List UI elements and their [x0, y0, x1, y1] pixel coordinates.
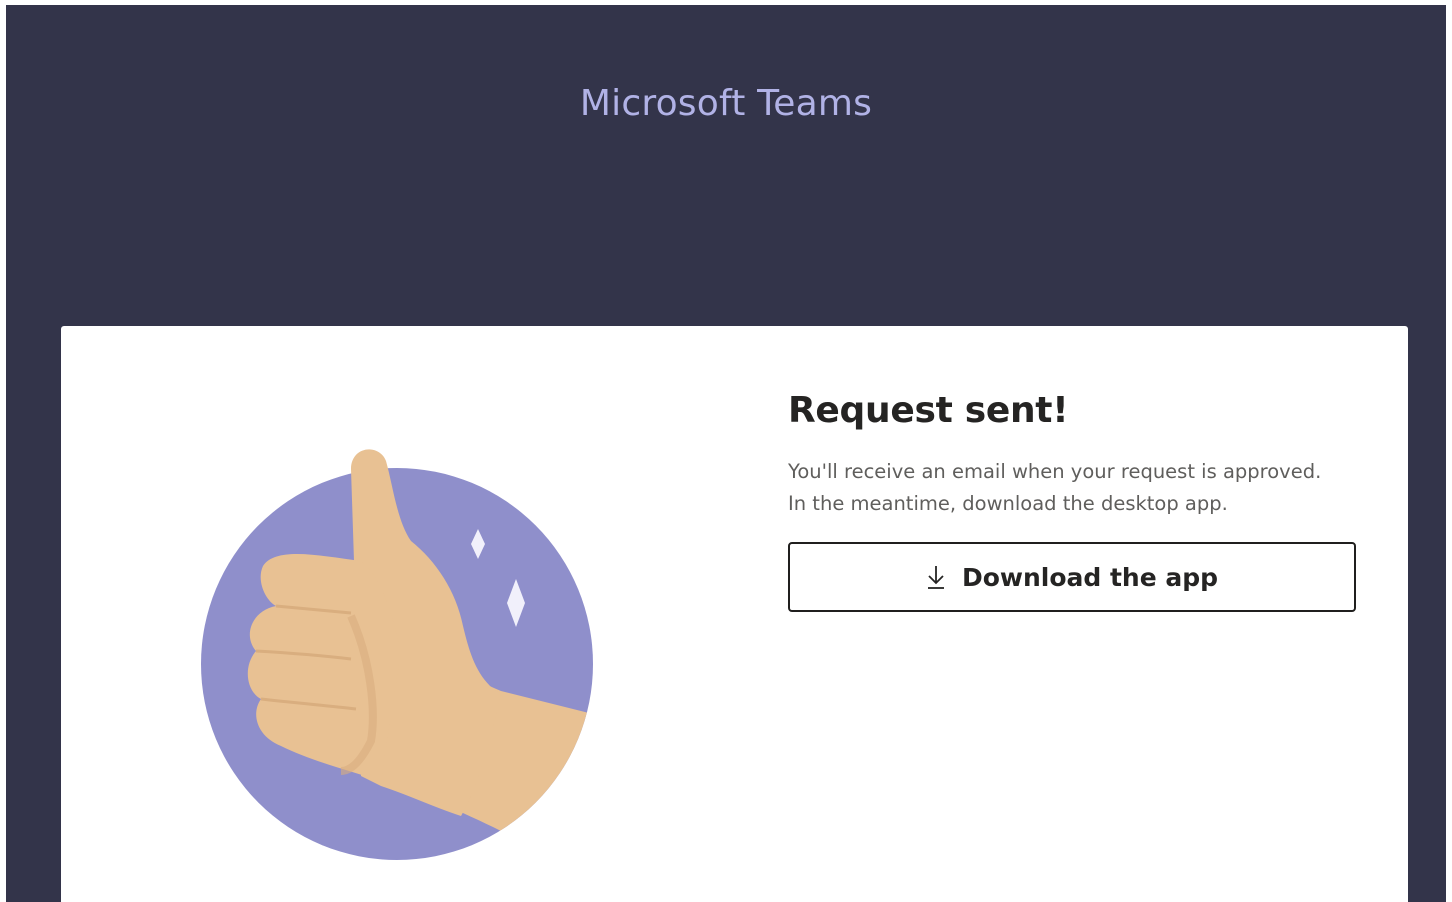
request-sent-card: Request sent! You'll receive an email wh…	[61, 326, 1408, 902]
request-sent-heading: Request sent!	[788, 390, 1069, 431]
teams-page: Microsoft Teams Request sent! You'll rec…	[6, 5, 1446, 902]
thumbs-up-illustration	[201, 441, 601, 861]
download-button-label: Download the app	[961, 562, 1219, 592]
app-title: Microsoft Teams	[579, 83, 873, 124]
message-line-1: You'll receive an email when your reques…	[788, 460, 1322, 483]
download-app-button[interactable]: Download the app	[788, 542, 1356, 612]
request-sent-message: You'll receive an email when your reques…	[788, 456, 1368, 520]
download-arrow-icon	[926, 564, 946, 590]
message-line-2: In the meantime, download the desktop ap…	[788, 492, 1228, 515]
request-sent-content: Request sent! You'll receive an email wh…	[788, 388, 1368, 612]
